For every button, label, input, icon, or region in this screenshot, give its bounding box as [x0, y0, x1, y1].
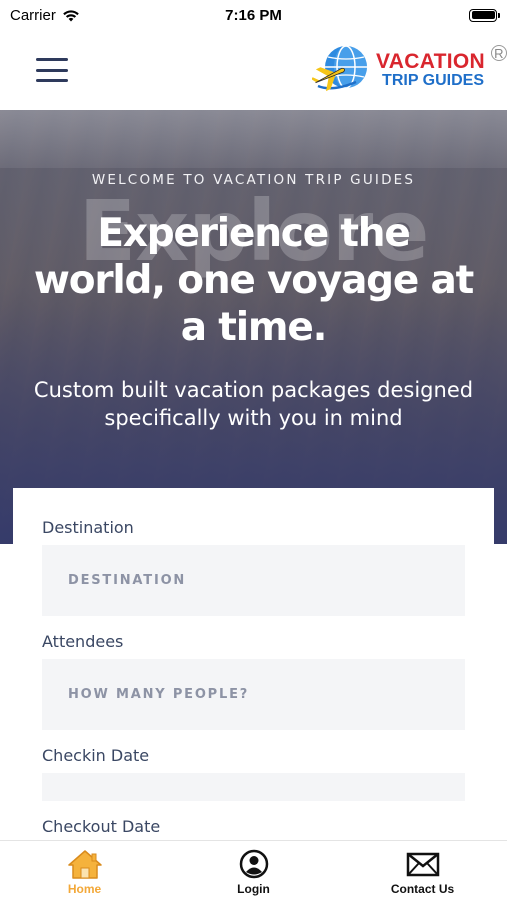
logo-wordmark: VACATION R TRIP GUIDES	[376, 45, 507, 89]
battery-icon	[469, 8, 500, 22]
tab-login-label: Login	[237, 882, 270, 896]
globe-airplane-icon	[312, 45, 368, 92]
tab-contact-us[interactable]: Contact Us	[338, 841, 507, 900]
checkin-date-label: Checkin Date	[42, 746, 150, 765]
logo-line-trip-guides: TRIP GUIDES	[382, 72, 484, 89]
home-icon	[67, 850, 102, 879]
bottom-tab-bar: Home Login Contact Us	[0, 840, 507, 900]
status-bar: Carrier 7:16 PM	[0, 0, 507, 30]
envelope-icon	[406, 852, 439, 877]
user-circle-icon	[239, 849, 268, 879]
attendees-label: Attendees	[42, 632, 124, 651]
hero-subheading: Custom built vacation packages designed …	[33, 378, 474, 430]
checkout-date-label: Checkout Date	[42, 817, 161, 836]
tab-home-label: Home	[67, 882, 102, 896]
hero-sky-band	[0, 110, 507, 168]
hamburger-menu-icon[interactable]	[36, 58, 68, 82]
app-header: VACATION R TRIP GUIDES	[0, 30, 507, 110]
attendees-input[interactable]	[42, 659, 465, 730]
logo-line-vacation: VACATION R	[376, 45, 507, 72]
checkin-date-input[interactable]	[42, 773, 465, 801]
tab-login[interactable]: Login	[169, 841, 338, 900]
hero-banner: WELCOME TO VACATION TRIP GUIDES Explore …	[0, 110, 507, 544]
destination-label: Destination	[42, 518, 134, 537]
status-time: 7:16 PM	[225, 6, 282, 24]
hero-headline: Experience the world, one voyage at a ti…	[33, 211, 474, 350]
booking-form-card: Destination Attendees Checkin Date Check…	[13, 488, 494, 840]
tab-contact-us-label: Contact Us	[390, 882, 455, 896]
registered-mark: R	[491, 45, 507, 61]
destination-input[interactable]	[42, 545, 465, 616]
brand-logo[interactable]: VACATION R TRIP GUIDES	[312, 42, 507, 98]
tab-home[interactable]: Home	[0, 841, 169, 900]
